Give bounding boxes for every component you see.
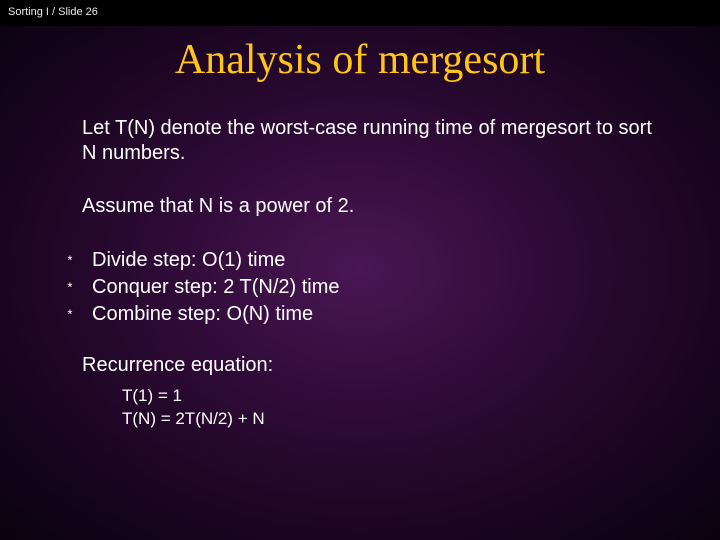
recurrence-eq-base: T(1) = 1 [122,385,660,408]
list-item: * Divide step: O(1) time [66,247,660,274]
bullet-text: Divide step: O(1) time [92,247,285,274]
list-item: * Combine step: O(N) time [66,301,660,328]
paragraph-assumption: Assume that N is a power of 2. [82,194,660,219]
course-label: Sorting I [8,6,49,18]
recurrence-heading: Recurrence equation: [82,354,660,377]
bullet-list: * Divide step: O(1) time * Conquer step:… [66,247,660,328]
slide-number: / Slide 26 [52,6,98,18]
bullet-text: Combine step: O(N) time [92,301,313,328]
bullet-text: Conquer step: 2 T(N/2) time [92,274,340,301]
slide-content: Analysis of mergesort Let T(N) denote th… [0,26,720,431]
slide-title: Analysis of mergesort [60,36,660,84]
paragraph-tn-definition: Let T(N) denote the worst-case running t… [82,116,660,166]
recurrence-eq-general: T(N) = 2T(N/2) + N [122,408,660,431]
asterisk-icon: * [66,253,88,271]
list-item: * Conquer step: 2 T(N/2) time [66,274,660,301]
asterisk-icon: * [66,307,88,325]
asterisk-icon: * [66,280,88,298]
slide-header: Sorting I / Slide 26 [0,0,720,26]
